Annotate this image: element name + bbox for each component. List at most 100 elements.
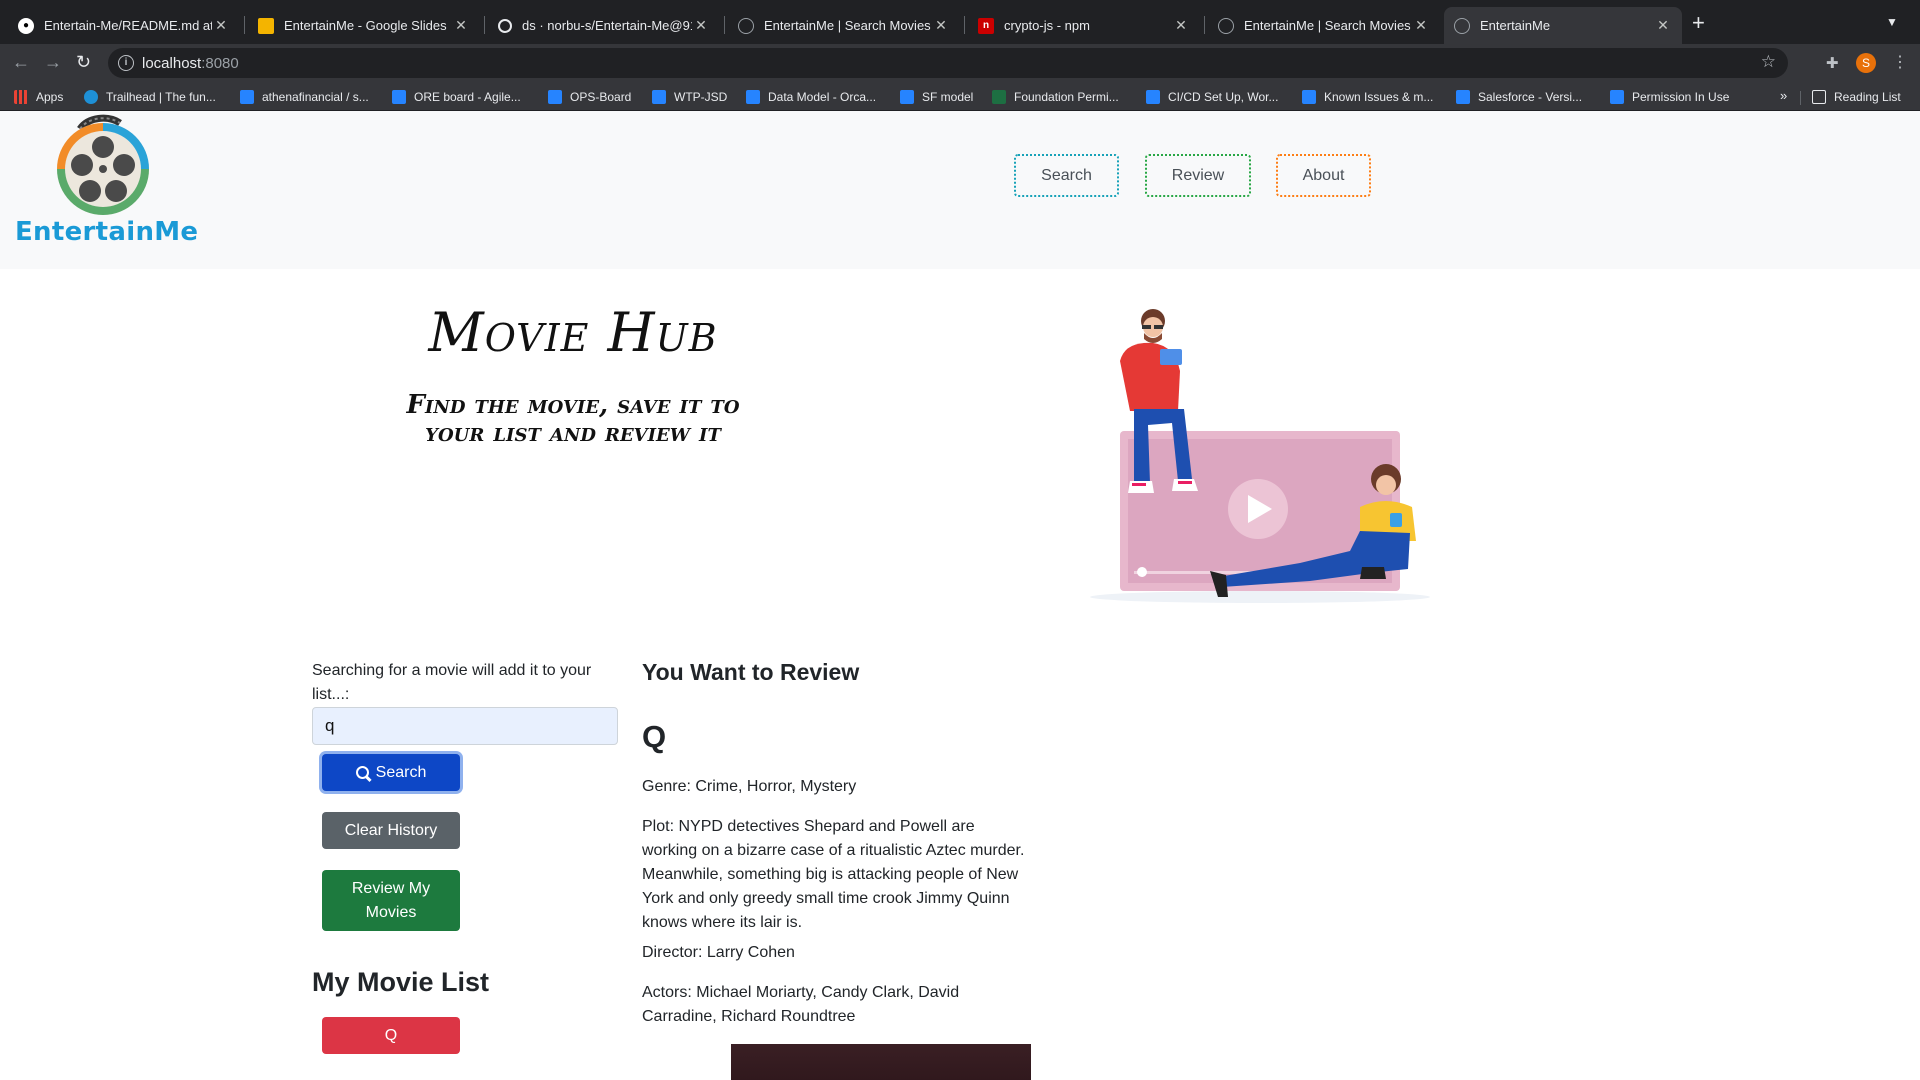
browser-tab[interactable]: ● Entertain-Me/README.md at m ✕: [8, 7, 240, 44]
logo-text: EntertainMe: [15, 217, 199, 247]
bookmarks-bar: Apps Trailhead | The fun... athenafinanc…: [0, 82, 1920, 111]
globe-icon: [738, 17, 754, 34]
search-button[interactable]: Search: [322, 754, 460, 791]
bookmark-item[interactable]: SF model: [900, 88, 973, 106]
confluence-icon: [1302, 90, 1316, 104]
browser-tab[interactable]: ds · norbu-s/Entertain-Me@91c ✕: [488, 7, 720, 44]
tab-search-icon[interactable]: ▼: [1886, 15, 1898, 29]
back-arrow-icon[interactable]: ←: [12, 52, 30, 72]
close-tab-icon[interactable]: ✕: [452, 17, 470, 34]
search-icon: [355, 766, 369, 779]
nav-review-button[interactable]: Review: [1145, 154, 1251, 197]
movie-title: Q: [642, 719, 667, 754]
trailhead-icon: [84, 90, 98, 104]
reload-icon[interactable]: ↻: [76, 52, 91, 72]
browser-tab[interactable]: EntertainMe | Search Movies ✕: [1208, 7, 1440, 44]
apps-grid-icon: [14, 90, 28, 104]
bookmark-item[interactable]: Foundation Permi...: [992, 88, 1119, 106]
site-logo[interactable]: EntertainMe: [14, 111, 198, 251]
browser-tab-active[interactable]: EntertainMe ✕: [1444, 7, 1682, 44]
google-slides-icon: [258, 17, 274, 34]
bookmark-label: athenafinancial / s...: [262, 90, 369, 104]
bookmark-item[interactable]: WTP-JSD: [652, 88, 727, 106]
bitbucket-icon: [240, 90, 254, 104]
browser-tab[interactable]: EntertainMe - Google Slides ✕: [248, 7, 480, 44]
globe-icon: [1454, 17, 1470, 34]
bookmark-label: ORE board - Agile...: [414, 90, 521, 104]
hero-title: Movie Hub: [428, 301, 718, 364]
bookmark-label: Trailhead | The fun...: [106, 90, 216, 104]
bookmark-star-icon[interactable]: ☆: [1761, 52, 1776, 72]
site-header: EntertainMe Search Review About: [0, 111, 1920, 269]
url-port: :8080: [201, 55, 239, 72]
tab-title: EntertainMe: [1480, 18, 1551, 33]
bookmark-item[interactable]: Trailhead | The fun...: [84, 88, 216, 106]
bookmark-item[interactable]: Data Model - Orca...: [746, 88, 876, 106]
page-viewport: EntertainMe Search Review About Movie Hu…: [0, 111, 1920, 1080]
jira-icon: [392, 90, 406, 104]
movie-search-input[interactable]: [312, 707, 618, 745]
bookmark-apps[interactable]: Apps: [14, 88, 63, 106]
close-tab-icon[interactable]: ✕: [212, 17, 230, 34]
globe-icon: [1218, 17, 1234, 34]
tab-divider: [964, 16, 965, 34]
movie-genre: Genre: Crime, Horror, Mystery: [642, 778, 857, 795]
tab-title: crypto-js - npm: [1004, 18, 1090, 33]
tab-divider: [724, 16, 725, 34]
bookmark-label: Salesforce - Versi...: [1478, 90, 1583, 104]
reading-list-icon: [1812, 90, 1826, 104]
clear-history-button[interactable]: Clear History: [322, 812, 460, 849]
new-tab-icon[interactable]: +: [1692, 12, 1705, 34]
more-bookmarks-button[interactable]: »: [1780, 88, 1787, 103]
nav-search-button[interactable]: Search: [1014, 154, 1119, 197]
review-heading: You Want to Review: [642, 659, 860, 685]
close-tab-icon[interactable]: ✕: [932, 17, 950, 34]
profile-avatar[interactable]: S: [1856, 53, 1876, 73]
address-bar[interactable]: i localhost:8080 ☆: [108, 48, 1788, 78]
url-text: localhost:8080: [142, 55, 239, 72]
close-tab-icon[interactable]: ✕: [1654, 17, 1672, 34]
browser-menu-icon[interactable]: ⋮: [1892, 52, 1908, 72]
tab-title: EntertainMe - Google Slides: [284, 18, 447, 33]
confluence-icon: [1610, 90, 1624, 104]
bookmark-item[interactable]: ORE board - Agile...: [392, 88, 521, 106]
close-tab-icon[interactable]: ✕: [692, 17, 710, 34]
confluence-icon: [1146, 90, 1160, 104]
nav-about-button[interactable]: About: [1276, 154, 1371, 197]
bookmark-item[interactable]: Salesforce - Versi...: [1456, 88, 1582, 106]
close-tab-icon[interactable]: ✕: [1172, 17, 1190, 34]
info-icon[interactable]: i: [118, 55, 134, 71]
tab-divider: [244, 16, 245, 34]
forward-arrow-icon[interactable]: →: [44, 52, 62, 72]
bookmark-label: CI/CD Set Up, Wor...: [1168, 90, 1279, 104]
browser-tab[interactable]: EntertainMe | Search Movies ✕: [728, 7, 960, 44]
search-instructions: Searching for a movie will add it to you…: [312, 662, 592, 703]
url-host: localhost: [142, 55, 202, 72]
bookmark-item[interactable]: athenafinancial / s...: [240, 88, 369, 106]
tab-divider: [484, 16, 485, 34]
tab-title: ds · norbu-s/Entertain-Me@91c: [522, 18, 692, 33]
confluence-icon: [746, 90, 760, 104]
review-my-movies-button[interactable]: Review My Movies: [322, 870, 460, 931]
tab-title: EntertainMe | Search Movies: [764, 18, 931, 33]
tab-title: Entertain-Me/README.md at m: [44, 18, 212, 33]
bookmark-label: Known Issues & m...: [1324, 90, 1434, 104]
extensions-puzzle-icon[interactable]: ✚: [1826, 54, 1839, 72]
bookmark-item[interactable]: Permission In Use: [1610, 88, 1729, 106]
bookmark-label: Apps: [36, 90, 64, 104]
bookmark-label: Foundation Permi...: [1014, 90, 1119, 104]
bookmark-item[interactable]: Known Issues & m...: [1302, 88, 1433, 106]
tab-divider: [1204, 16, 1205, 34]
close-tab-icon[interactable]: ✕: [1412, 17, 1430, 34]
bookmark-item[interactable]: CI/CD Set Up, Wor...: [1146, 88, 1278, 106]
movie-list-heading: My Movie List: [312, 967, 490, 997]
movie-plot: Plot: NYPD detectives Shepard and Powell…: [642, 818, 1025, 931]
bookmark-label: Data Model - Orca...: [768, 90, 877, 104]
movie-list-item[interactable]: Q: [322, 1017, 460, 1054]
browser-tab[interactable]: n crypto-js - npm ✕: [968, 7, 1200, 44]
movie-director: Director: Larry Cohen: [642, 944, 795, 961]
reading-list-button[interactable]: Reading List: [1812, 88, 1901, 106]
bookmark-item[interactable]: OPS-Board: [548, 88, 631, 106]
film-reel-icon: [57, 114, 149, 215]
movie-actors: Actors: Michael Moriarty, Candy Clark, D…: [642, 984, 960, 1025]
